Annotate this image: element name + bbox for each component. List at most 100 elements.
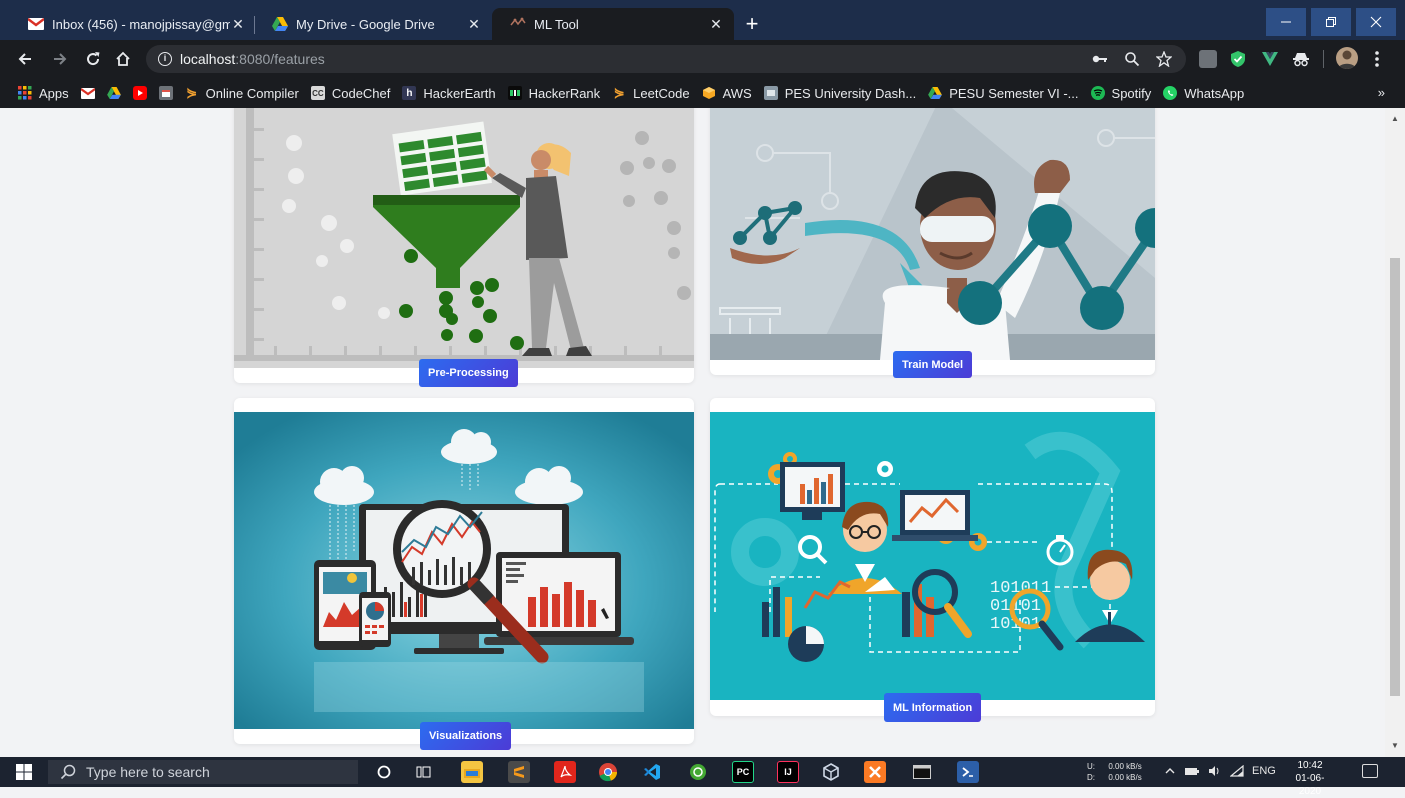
bookmark-label: Apps <box>39 85 69 101</box>
bookmark-aws[interactable]: AWS <box>702 86 752 101</box>
wifi-icon[interactable] <box>1229 764 1244 780</box>
tray-expand-chevron-icon[interactable] <box>1164 765 1176 780</box>
feature-card-visualizations[interactable]: Visualizations <box>234 398 694 750</box>
bookmark-gmail[interactable] <box>80 86 95 100</box>
file-explorer-icon[interactable] <box>461 761 483 783</box>
bookmark-label: Online Compiler <box>205 85 299 101</box>
input-language[interactable]: ENG <box>1252 765 1276 780</box>
bookmark-pes-university[interactable]: PES University Dash... <box>763 86 916 101</box>
zoom-icon[interactable] <box>1122 49 1142 69</box>
sublime-icon[interactable] <box>508 761 530 783</box>
powershell-icon[interactable] <box>957 761 979 783</box>
url-path: :8080/features <box>235 51 325 67</box>
vue-devtools-icon[interactable] <box>1261 50 1279 68</box>
download-label: D: <box>1087 773 1095 782</box>
cortana-icon[interactable] <box>373 761 395 783</box>
close-tab-icon[interactable]: ✕ <box>708 16 724 33</box>
pes-icon <box>763 86 778 100</box>
bookmark-label: HackerRank <box>528 85 601 101</box>
bookmark-online-compiler[interactable]: ⋟ Online Compiler <box>185 85 299 101</box>
scroll-down-arrow-icon[interactable]: ▼ <box>1391 741 1399 750</box>
feature-card-train-model[interactable]: Train Model <box>710 108 1155 378</box>
shield-extension-icon[interactable] <box>1229 50 1247 68</box>
close-tab-icon[interactable]: ✕ <box>230 16 246 33</box>
tab-gmail[interactable]: Inbox (456) - manojpissay@gmail.com ✕ <box>10 8 256 40</box>
bookmark-label: CodeChef <box>331 85 391 101</box>
train-model-button[interactable]: Train Model <box>893 351 973 378</box>
anaconda-icon[interactable] <box>687 761 709 783</box>
bookmark-label: HackerEarth <box>423 85 496 101</box>
battery-icon[interactable] <box>1184 765 1200 780</box>
taskbar-search-box[interactable]: Type here to search <box>48 760 358 784</box>
pre-processing-button[interactable]: Pre-Processing <box>419 359 518 387</box>
pycharm-icon[interactable]: PC <box>732 761 754 783</box>
feature-card-ml-information[interactable]: 101011 01101 10101 ML Information <box>710 398 1155 722</box>
volume-icon[interactable] <box>1208 765 1222 780</box>
intellij-icon[interactable]: IJ <box>777 761 799 783</box>
new-tab-button[interactable]: + <box>739 12 765 38</box>
bookmark-apps[interactable]: Apps <box>18 86 69 101</box>
tab-title: ML Tool <box>534 16 579 32</box>
clock-date: 01-06-2020 <box>1295 773 1325 797</box>
home-icon[interactable] <box>110 46 136 72</box>
bookmark-star-icon[interactable] <box>1154 49 1174 69</box>
scrollbar-thumb[interactable] <box>1390 258 1400 696</box>
ml-information-button[interactable]: ML Information <box>884 693 982 722</box>
bookmark-pesu-semester[interactable]: PESU Semester VI -... <box>928 86 1079 101</box>
taskbar-clock[interactable]: 10:42 01-06-2020 <box>1288 759 1332 798</box>
codechef-icon: CC <box>310 86 325 100</box>
bookmark-leetcode[interactable]: ⋟ LeetCode <box>612 85 690 101</box>
page-scrollbar[interactable]: ▲ ▼ <box>1385 108 1405 757</box>
acrobat-icon[interactable] <box>554 761 576 783</box>
address-bar[interactable]: i localhost:8080/features <box>146 45 1186 73</box>
devices-magnifier-charts-illustration <box>234 412 694 729</box>
task-view-icon[interactable] <box>413 761 435 783</box>
windows-start-icon[interactable] <box>10 762 38 782</box>
bookmark-whatsapp[interactable]: WhatsApp <box>1163 86 1244 101</box>
incognito-icon[interactable] <box>1292 50 1310 68</box>
notification-center-icon[interactable] <box>1362 764 1378 778</box>
reload-icon[interactable] <box>80 46 106 72</box>
xampp-icon[interactable] <box>864 761 886 783</box>
close-tab-icon[interactable]: ✕ <box>466 16 482 33</box>
data-funnel-illustration <box>234 108 694 368</box>
bookmark-calendar[interactable] <box>158 86 173 100</box>
bookmark-label: LeetCode <box>633 85 690 101</box>
back-arrow-icon[interactable] <box>12 46 38 72</box>
feature-card-pre-processing[interactable]: Pre-Processing <box>234 108 694 387</box>
minimize-window-button[interactable] <box>1266 8 1306 36</box>
bookmark-google-drive[interactable] <box>106 86 121 100</box>
extension-icon[interactable] <box>1199 50 1217 68</box>
password-key-icon[interactable] <box>1090 49 1110 69</box>
bookmark-codechef[interactable]: CC CodeChef <box>310 85 391 101</box>
clock-time: 10:42 <box>1297 760 1323 771</box>
youtube-icon <box>132 86 147 100</box>
profile-avatar[interactable] <box>1336 47 1358 69</box>
calendar-icon <box>158 86 173 100</box>
terminal-icon[interactable] <box>911 761 933 783</box>
restore-window-button[interactable] <box>1311 8 1351 36</box>
virtualbox-icon[interactable] <box>820 761 842 783</box>
tab-google-drive[interactable]: My Drive - Google Drive ✕ <box>254 8 492 40</box>
chrome-icon[interactable] <box>597 761 619 783</box>
close-window-button[interactable] <box>1356 8 1396 36</box>
tab-ml-tool[interactable]: ML Tool ✕ <box>492 8 734 40</box>
bookmark-spotify[interactable]: Spotify <box>1090 86 1151 101</box>
browser-tab-strip: Inbox (456) - manojpissay@gmail.com ✕ My… <box>0 0 1405 40</box>
site-info-icon[interactable]: i <box>158 52 172 66</box>
gmail-icon <box>28 16 44 32</box>
bookmark-hackerearth[interactable]: h HackerEarth <box>402 85 496 101</box>
url-host: localhost <box>180 51 236 67</box>
forward-arrow-icon[interactable] <box>47 46 73 72</box>
scroll-up-arrow-icon[interactable]: ▲ <box>1391 114 1399 123</box>
bookmark-hackerrank[interactable]: HackerRank <box>507 85 601 101</box>
compiler-icon: ⋟ <box>186 85 198 100</box>
toolbar-divider <box>1323 50 1324 68</box>
bookmarks-bar: Apps ⋟ Online Compiler CC CodeChef h Hac… <box>0 78 1405 108</box>
vscode-icon[interactable] <box>641 761 663 783</box>
bookmark-youtube[interactable] <box>132 86 147 100</box>
bookmarks-overflow-button[interactable]: » <box>1378 85 1385 100</box>
visualizations-button[interactable]: Visualizations <box>420 722 512 750</box>
download-speed: 0.00 kB/s <box>1108 773 1142 782</box>
browser-menu-icon[interactable] <box>1372 49 1382 69</box>
